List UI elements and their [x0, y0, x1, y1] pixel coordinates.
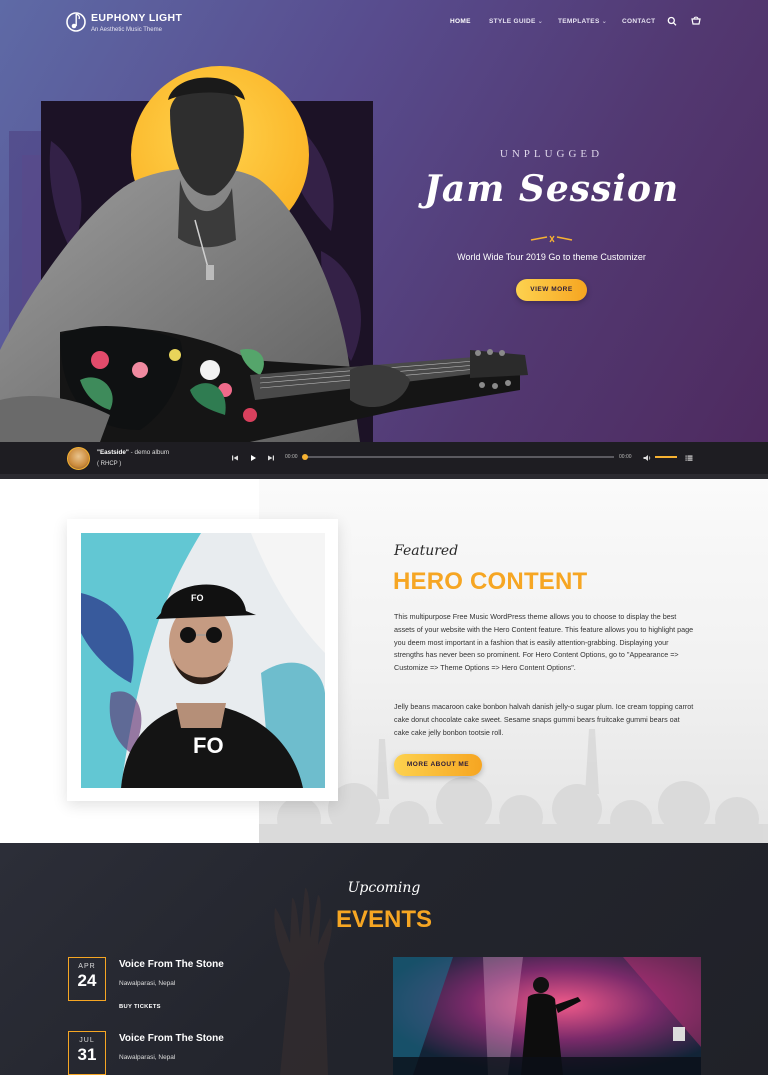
event-day: 24	[77, 971, 97, 990]
duration: 00:00	[619, 454, 632, 460]
event-location: Nawalparasi, Nepal	[119, 980, 176, 987]
audio-player	[0, 442, 768, 474]
event-name[interactable]: Voice From The Stone	[119, 1033, 224, 1044]
volume-slider[interactable]	[655, 456, 677, 458]
progress-handle[interactable]	[302, 454, 308, 460]
portrait-illustration: FO FO	[81, 533, 325, 788]
hero-subtitle: World Wide Tour 2019 Go to theme Customi…	[457, 252, 646, 262]
volume-icon[interactable]	[642, 453, 652, 463]
track-title: "Eastside" - demo album	[97, 449, 169, 456]
event-date: JUL 31	[68, 1031, 106, 1075]
events-script-label: Upcoming	[347, 880, 421, 896]
more-about-me-button[interactable]: MORE ABOUT ME	[394, 754, 482, 776]
divider-icon	[530, 235, 573, 243]
event-location: Nawalparasi, Nepal	[119, 1054, 176, 1061]
concert-illustration	[393, 957, 701, 1075]
feature-paragraph-1: This multipurpose Free Music WordPress t…	[394, 612, 694, 673]
progress-bar[interactable]	[303, 456, 614, 458]
event-photo	[393, 957, 701, 1075]
track-album: - demo album	[128, 449, 170, 456]
event-day: 31	[77, 1045, 97, 1064]
feature-script-label: Featured	[394, 543, 459, 559]
feature-title: HERO CONTENT	[393, 568, 588, 595]
event-month: JUL	[79, 1037, 95, 1044]
hero-section: EUPHONY LIGHT An Aesthetic Music Theme H…	[0, 0, 768, 442]
track-artist: ( RHCP )	[97, 461, 122, 467]
album-avatar	[67, 447, 90, 470]
event-date: APR 24	[68, 957, 106, 1001]
site-tagline: An Aesthetic Music Theme	[91, 27, 162, 33]
play-icon[interactable]	[248, 453, 258, 463]
music-note-icon[interactable]	[66, 11, 86, 33]
track-title-label: "Eastside"	[97, 449, 129, 456]
event-month: APR	[78, 963, 96, 970]
playlist-icon[interactable]	[684, 453, 694, 463]
svg-text:FO: FO	[191, 593, 204, 603]
feature-photo: FO FO	[81, 533, 325, 788]
cart-icon[interactable]	[691, 15, 701, 27]
view-more-button[interactable]: VIEW MORE	[516, 279, 587, 301]
site-title[interactable]: EUPHONY LIGHT	[91, 12, 182, 24]
current-time: 00:00	[285, 454, 298, 460]
next-icon[interactable]	[266, 453, 276, 463]
feature-paragraph-2: Jelly beans macaroon cake bonbon halvah …	[394, 702, 694, 737]
events-title: EVENTS	[335, 906, 433, 933]
hero-kicker: UNPLUGGED	[499, 148, 604, 160]
hero-content: UNPLUGGED Jam Session World Wide Tour 20…	[419, 0, 684, 442]
svg-text:FO: FO	[193, 733, 224, 758]
buy-tickets-link[interactable]: BUY TICKETS	[119, 1004, 161, 1010]
previous-icon[interactable]	[230, 453, 240, 463]
hero-title: Jam Session	[423, 168, 680, 210]
event-name[interactable]: Voice From The Stone	[119, 959, 224, 970]
